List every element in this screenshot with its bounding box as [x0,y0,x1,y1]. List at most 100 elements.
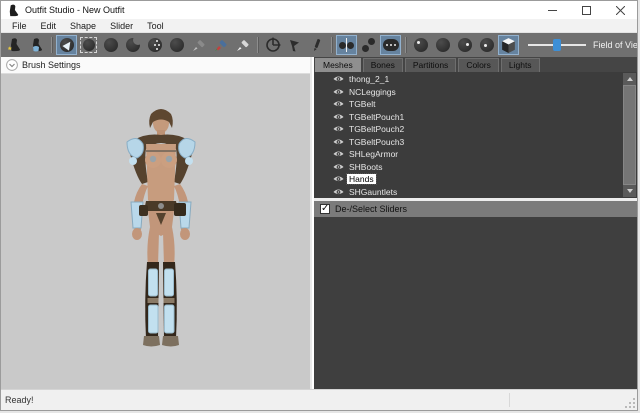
character-model[interactable] [93,104,229,349]
sliders-area[interactable] [314,217,637,389]
light-directional-2-button[interactable] [454,35,475,55]
mesh-name: NCLeggings [349,86,396,97]
menu-item-shape[interactable]: Shape [63,19,103,33]
visibility-eye-icon[interactable] [333,100,344,108]
scrollbar-thumb[interactable] [623,85,636,185]
mesh-list-item[interactable]: TGBeltPouch3 [314,136,637,149]
menu-item-tool[interactable]: Tool [140,19,171,33]
brush-settings-header[interactable]: Brush Settings [1,57,310,74]
deflate-brush-button[interactable] [122,35,143,55]
smooth-brush-button[interactable] [166,35,187,55]
mesh-name: SHLegArmor [349,149,399,160]
vertex-pen-button[interactable] [306,35,327,55]
mesh-list-item[interactable]: SHGauntlets [314,186,637,199]
mesh-name: thong_2_1 [349,74,390,85]
alpha-brush-button[interactable] [232,35,253,55]
mesh-list-item[interactable]: NCLeggings [314,86,637,99]
visibility-eye-icon[interactable] [333,175,344,183]
sliders-header[interactable]: De-/Select Sliders [314,201,637,217]
tab-colors[interactable]: Colors [458,58,499,72]
alpha-brush-icon [237,39,249,51]
tab-partitions[interactable]: Partitions [404,58,457,72]
mask-brush-button[interactable] [78,35,99,55]
select-tool-button[interactable] [56,35,77,55]
weight-paint-brush-button[interactable] [188,35,209,55]
visibility-eye-icon[interactable] [333,163,344,171]
color-paint-brush-icon [215,39,227,51]
pin-tool-icon [290,39,299,51]
save-project-button[interactable] [26,35,47,55]
menu-bar: File Edit Shape Slider Tool [1,19,637,33]
light-frontal-button[interactable] [410,35,431,55]
mesh-list[interactable]: thong_2_1 NCLeggings TGBelt TGBeltPouch1… [314,72,637,198]
mesh-name: TGBeltPouch2 [349,124,405,135]
mesh-list-item[interactable]: SHLegArmor [314,148,637,161]
mesh-name: TGBeltPouch1 [349,111,405,122]
visibility-eye-icon[interactable] [333,150,344,158]
menu-item-edit[interactable]: Edit [34,19,64,33]
weight-paint-brush-icon [193,39,205,51]
visibility-eye-icon[interactable] [333,188,344,196]
toggle-vertices-button[interactable] [380,35,401,55]
mesh-name: TGBeltPouch3 [349,136,405,147]
close-icon[interactable] [603,1,637,19]
visibility-eye-icon[interactable] [333,88,344,96]
slider-thumb[interactable] [553,39,561,51]
tab-bones[interactable]: Bones [362,58,403,72]
light-directional-3-button[interactable] [476,35,497,55]
visibility-eye-icon[interactable] [333,138,344,146]
deselect-sliders-label: De-/Select Sliders [335,204,408,214]
mesh-name: TGBelt [349,99,376,110]
collapse-chevron-icon[interactable] [6,59,18,71]
outfit-studio-window: Outfit Studio - New Outfit File Edit Shape… [0,0,638,411]
viewport-3d[interactable] [1,74,310,389]
move-brush-button[interactable] [144,35,165,55]
transform-tool-button[interactable] [262,35,283,55]
menu-item-slider[interactable]: Slider [103,19,140,33]
app-logo-icon [9,4,19,16]
transform-tool-icon [265,37,281,52]
toggle-edge-pair-button[interactable] [358,35,379,55]
toolbar-separator [51,37,52,53]
light-directional-1-button[interactable] [432,35,453,55]
perspective-cube-icon [502,37,515,53]
resize-grip-icon[interactable] [625,398,635,408]
color-paint-brush-button[interactable] [210,35,231,55]
mesh-list-item[interactable]: SHBoots [314,161,637,174]
scroll-up-icon[interactable] [623,73,636,85]
status-divider [509,393,510,407]
menu-item-file[interactable]: File [5,19,34,33]
mesh-list-item[interactable]: TGBeltPouch2 [314,123,637,136]
field-of-view-slider[interactable] [528,38,586,52]
minimize-icon[interactable] [535,1,569,19]
scroll-down-icon[interactable] [623,185,636,197]
toggle-vertex-split-icon [339,38,354,52]
mesh-name: SHBoots [349,161,383,172]
select-tool-icon [59,38,74,52]
inflate-brush-button[interactable] [100,35,121,55]
maximize-icon[interactable] [569,1,603,19]
mesh-list-item[interactable]: TGBelt [314,98,637,111]
visibility-eye-icon[interactable] [333,125,344,133]
toggle-vertex-split-button[interactable] [336,35,357,55]
visibility-eye-icon[interactable] [333,75,344,83]
tab-meshes[interactable]: Meshes [315,58,361,72]
titlebar[interactable]: Outfit Studio - New Outfit [1,1,637,19]
mesh-list-item[interactable]: TGBeltPouch1 [314,111,637,124]
status-bar: Ready! [1,389,637,410]
visibility-eye-icon[interactable] [333,113,344,121]
pin-tool-button[interactable] [284,35,305,55]
mesh-list-scrollbar[interactable] [623,73,636,197]
mesh-list-item[interactable]: thong_2_1 [314,73,637,86]
toolbar-separator [257,37,258,53]
toolbar-separator [405,37,406,53]
inflate-brush-icon [103,38,118,52]
mesh-list-item[interactable]: Hands [314,173,637,186]
load-project-button[interactable] [4,35,25,55]
perspective-cube-button[interactable] [498,35,519,55]
status-text: Ready! [5,395,34,405]
tab-lights[interactable]: Lights [500,58,540,72]
deselect-sliders-checkbox[interactable] [320,203,330,214]
right-panel: Meshes Bones Partitions Colors Lights thong_… [314,57,637,389]
field-of-view-label: Field of View:65 [593,40,638,50]
